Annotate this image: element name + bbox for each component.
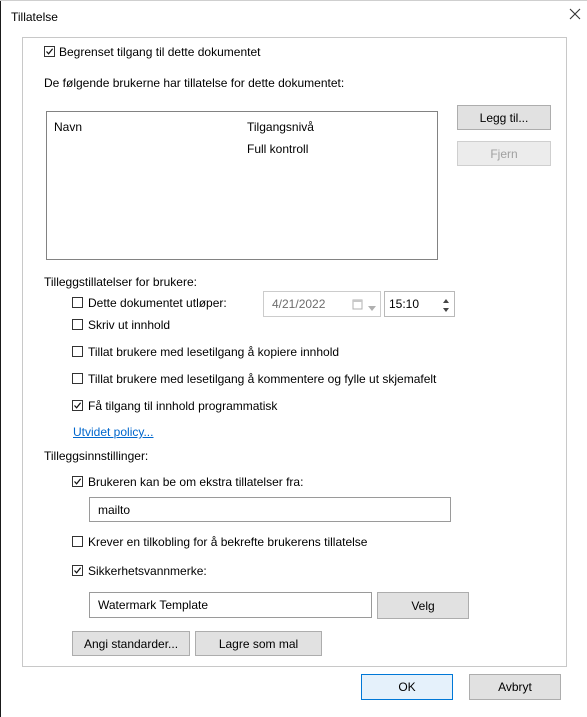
- request-email-value: mailto: [98, 502, 131, 517]
- allow-copy-label: Tillat brukere med lesetilgang å kopiere…: [88, 345, 340, 359]
- dialog-title: Tillatelse: [11, 10, 58, 24]
- window-left-edge: [0, 0, 1, 717]
- remove-user-button[interactable]: Fjern: [457, 141, 551, 166]
- print-content-checkbox[interactable]: [72, 319, 83, 330]
- spin-up-icon[interactable]: [440, 294, 452, 303]
- set-defaults-button[interactable]: Angi standarder...: [72, 631, 190, 656]
- programmatic-access-checkbox[interactable]: [72, 400, 83, 411]
- expiry-time-stepper[interactable]: 15:10: [384, 291, 455, 317]
- expiry-time-value: 15:10: [389, 297, 420, 311]
- print-content-label: Skriv ut innhold: [88, 318, 171, 332]
- chevron-down-icon: [368, 301, 376, 315]
- request-permission-checkbox[interactable]: [72, 476, 83, 487]
- access-level-cell: Full kontroll: [247, 142, 309, 156]
- restrict-access-label: Begrenset tilgang til dette dokumentet: [59, 45, 261, 59]
- extra-permissions-heading: Tilleggstillatelser for brukere:: [44, 275, 197, 289]
- column-header-name: Navn: [54, 120, 83, 134]
- expiry-date-value: 4/21/2022: [272, 297, 326, 311]
- add-user-button[interactable]: Legg til...: [457, 105, 551, 130]
- close-icon[interactable]: [567, 6, 583, 22]
- column-header-access-level: Tilgangsnivå: [247, 120, 314, 134]
- cancel-button[interactable]: Avbryt: [469, 674, 561, 700]
- watermark-template-value: Watermark Template: [98, 598, 209, 612]
- ok-button[interactable]: OK: [361, 674, 453, 700]
- window-top-edge: [0, 0, 587, 1]
- require-connection-label: Krever en tilkobling for å bekrefte bruk…: [88, 535, 368, 549]
- expires-label: Dette dokumentet utløper:: [88, 296, 227, 310]
- request-email-input[interactable]: mailto: [89, 497, 451, 522]
- request-permission-label: Brukeren kan be om ekstra tillatelser fr…: [88, 475, 304, 489]
- extra-settings-heading: Tilleggsinnstillinger:: [44, 449, 149, 463]
- users-heading: De følgende brukerne har tillatelse for …: [44, 76, 345, 90]
- allow-comment-checkbox[interactable]: [72, 373, 83, 384]
- allow-comment-label: Tillat brukere med lesetilgang å komment…: [88, 372, 437, 386]
- table-row[interactable]: Full kontroll: [48, 140, 436, 160]
- choose-watermark-button[interactable]: Velg: [377, 592, 469, 619]
- calendar-icon: [352, 298, 364, 310]
- require-connection-checkbox[interactable]: [72, 536, 83, 547]
- watermark-template-input[interactable]: Watermark Template: [89, 592, 372, 618]
- allow-copy-checkbox[interactable]: [72, 346, 83, 357]
- security-watermark-checkbox[interactable]: [72, 565, 83, 576]
- programmatic-access-label: Få tilgang til innhold programmatisk: [88, 399, 278, 413]
- extended-policy-link[interactable]: Utvidet policy...: [73, 425, 153, 439]
- expiry-date-picker[interactable]: 4/21/2022: [263, 291, 381, 317]
- expires-checkbox[interactable]: [72, 297, 83, 308]
- spin-down-icon[interactable]: [440, 304, 452, 313]
- restrict-access-checkbox[interactable]: [44, 46, 55, 57]
- security-watermark-label: Sikkerhetsvannmerke:: [88, 564, 207, 578]
- user-permission-list[interactable]: Navn Tilgangsnivå Full kontroll: [46, 111, 438, 260]
- save-as-template-button[interactable]: Lagre som mal: [195, 631, 322, 656]
